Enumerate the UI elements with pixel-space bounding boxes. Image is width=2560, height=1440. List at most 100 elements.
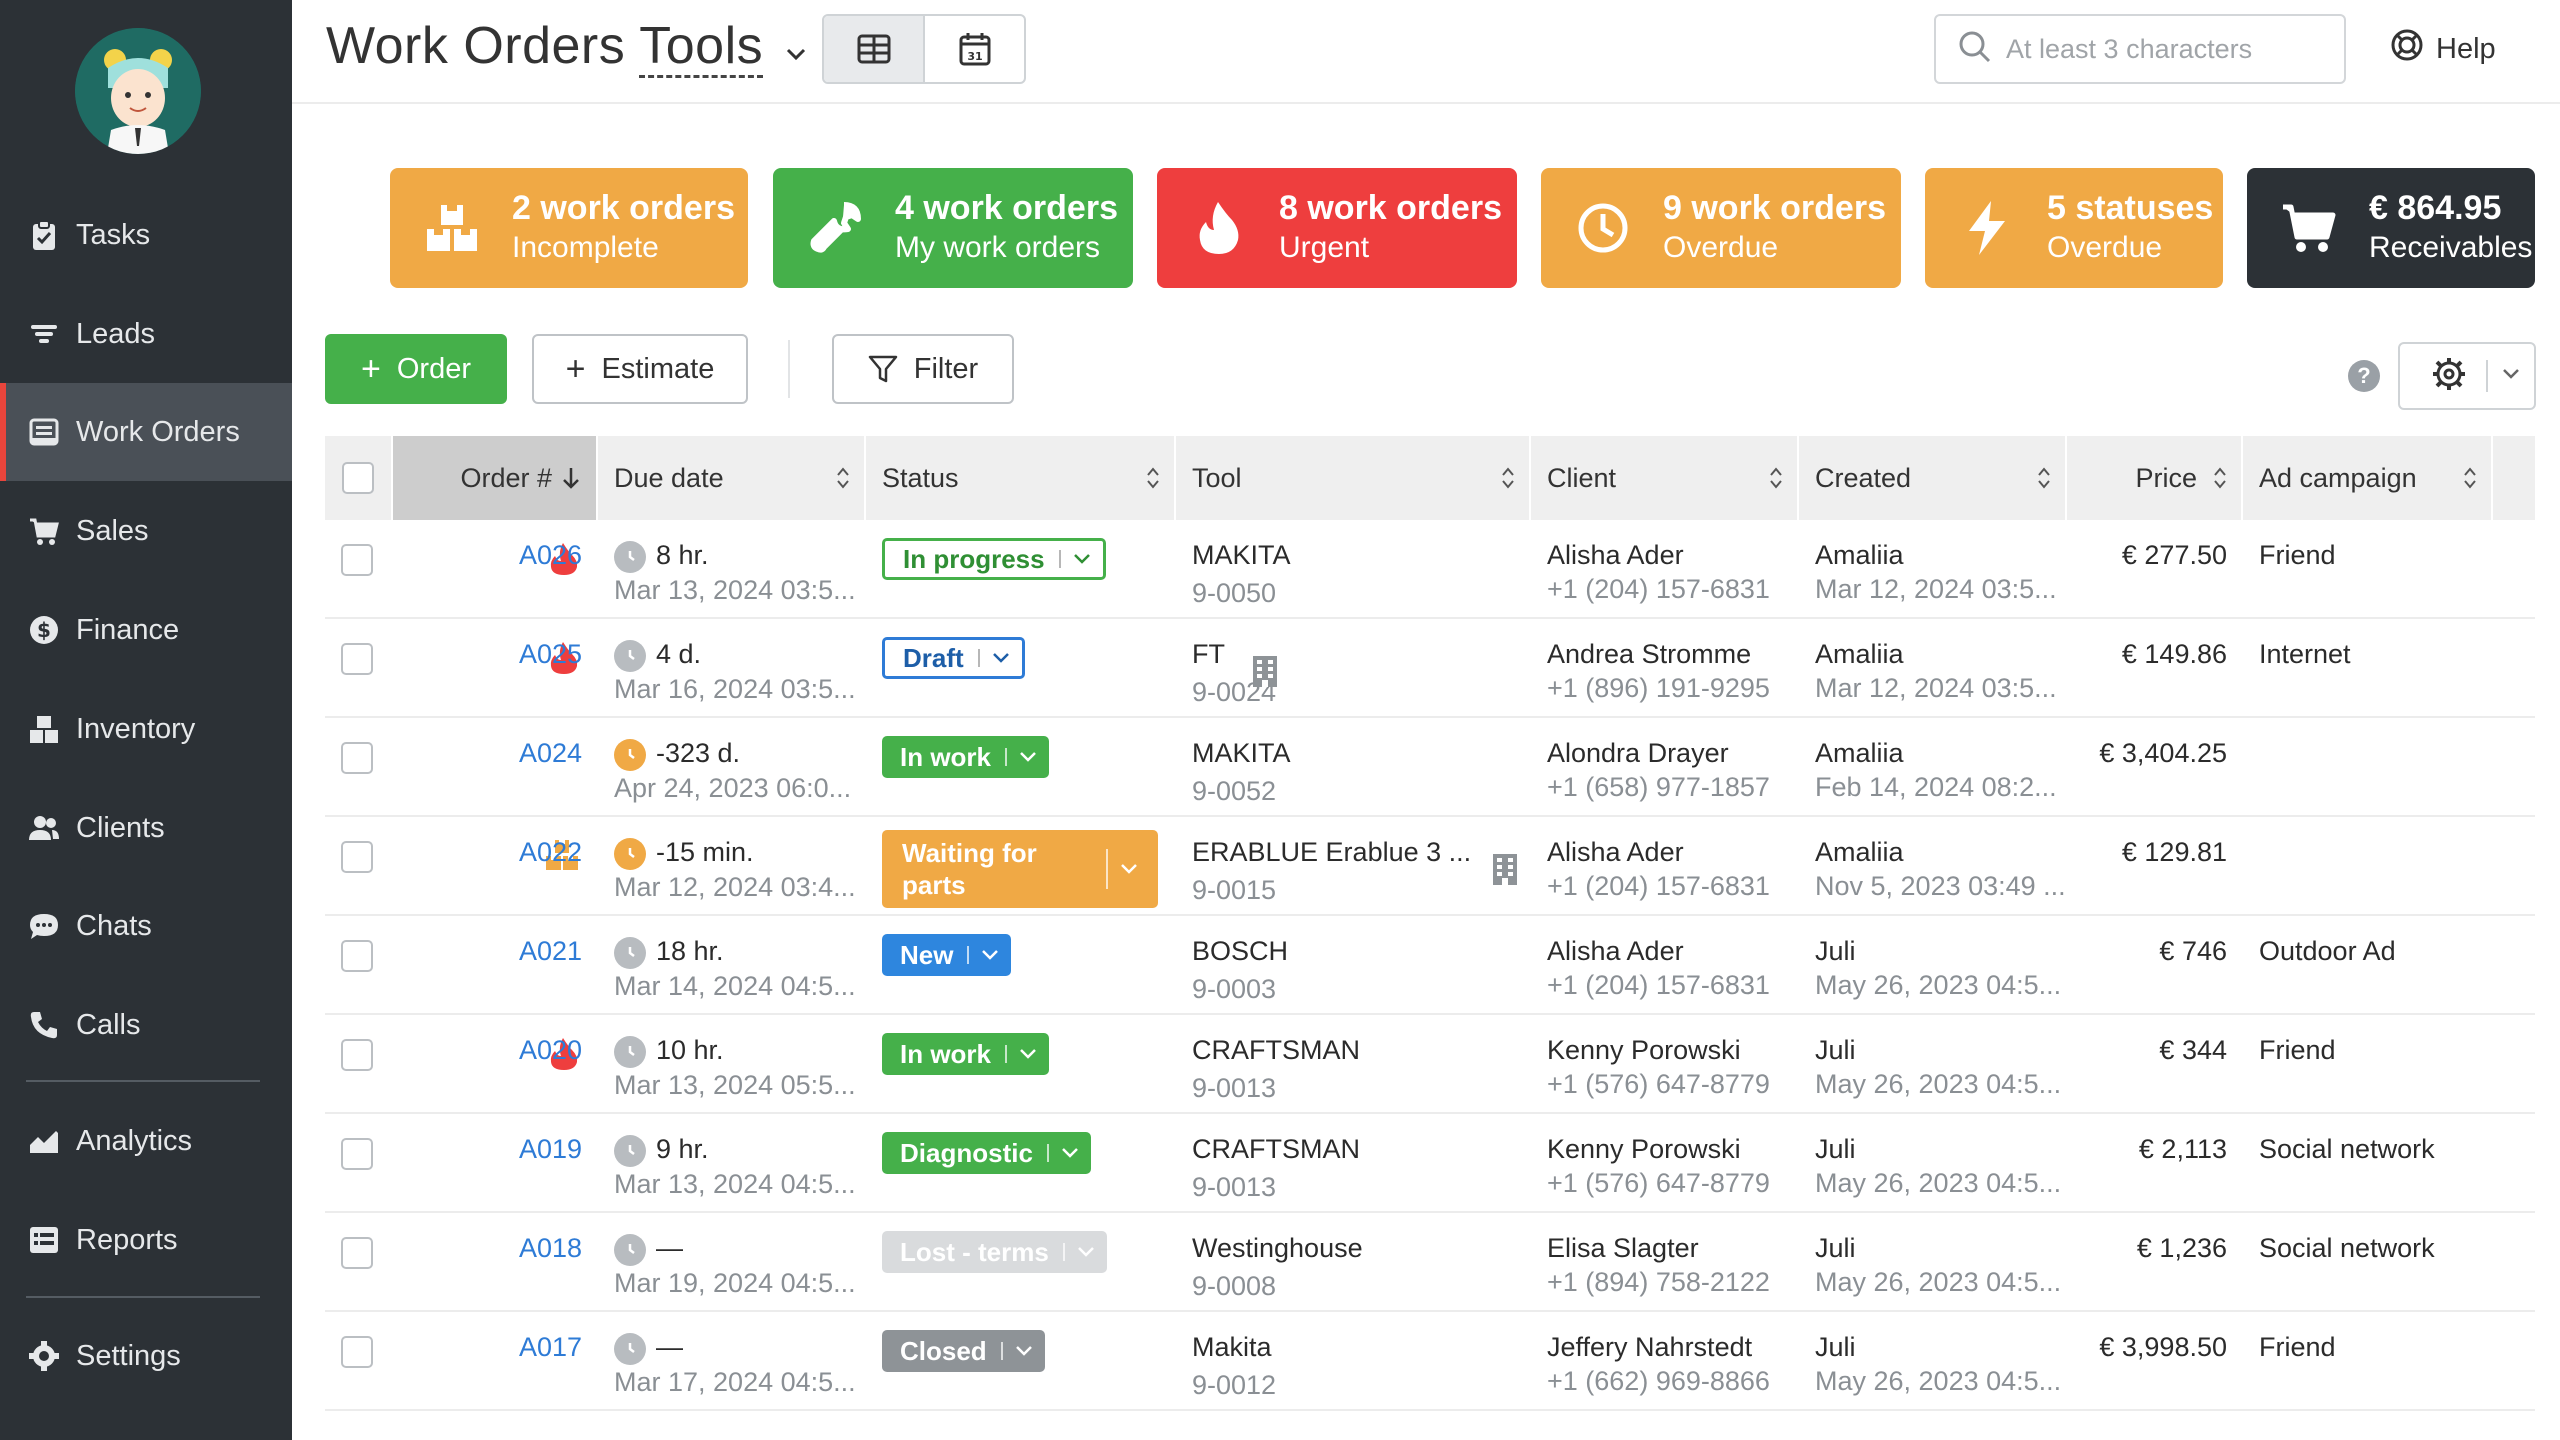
client-name[interactable]: Alisha Ader [1547, 538, 1797, 572]
order-number-link[interactable]: A022 [519, 835, 582, 869]
sidebar-item-clients[interactable]: Clients [0, 779, 292, 877]
order-number-link[interactable]: A024 [519, 736, 582, 770]
table-settings-button[interactable] [2398, 342, 2536, 410]
table-row[interactable]: A017 — Mar 17, 2024 04:5... Closed Makita 9-0… [325, 1312, 2535, 1411]
order-number-link[interactable]: A021 [519, 934, 582, 968]
client-name[interactable]: Jeffery Nahrstedt [1547, 1330, 1797, 1364]
row-checkbox[interactable] [341, 940, 373, 972]
card-overdue-statuses[interactable]: 5 statuses Overdue [1925, 168, 2223, 288]
column-header-ad-campaign[interactable]: Ad campaign [2243, 436, 2493, 520]
sidebar-item-work-orders[interactable]: Work Orders [0, 383, 292, 481]
row-checkbox[interactable] [341, 1336, 373, 1368]
status-dropdown[interactable]: In progress [882, 538, 1106, 580]
client-name[interactable]: Alondra Drayer [1547, 736, 1797, 770]
row-select-cell [341, 643, 373, 683]
row-checkbox[interactable] [341, 742, 373, 774]
sidebar-item-inventory[interactable]: Inventory [0, 680, 292, 778]
status-dropdown[interactable]: Lost - terms [882, 1231, 1107, 1273]
help-link[interactable]: Help [2390, 28, 2496, 70]
sidebar-item-reports[interactable]: Reports [0, 1191, 292, 1289]
card-receivables[interactable]: € 864.95 Receivables [2247, 168, 2535, 288]
filter-button[interactable]: Filter [832, 334, 1014, 404]
column-header-tool[interactable]: Tool [1176, 436, 1531, 520]
column-header-client[interactable]: Client [1531, 436, 1799, 520]
calendar-view-button[interactable]: 31 [925, 16, 1024, 82]
row-checkbox[interactable] [341, 1138, 373, 1170]
clock-icon [614, 1233, 646, 1266]
row-checkbox[interactable] [341, 1237, 373, 1269]
order-cell: A020 [393, 1015, 598, 1113]
page-title-tools-dropdown[interactable]: Tools [639, 17, 764, 78]
status-dropdown[interactable]: In work [882, 736, 1050, 778]
status-dropdown[interactable]: Closed [882, 1330, 1045, 1372]
client-name[interactable]: Kenny Porowski [1547, 1132, 1797, 1166]
search-input[interactable] [2006, 33, 2326, 65]
table-view-button[interactable] [824, 16, 925, 82]
status-dropdown[interactable]: Diagnostic [882, 1132, 1091, 1174]
sidebar-item-tasks[interactable]: Tasks [0, 186, 292, 284]
table-row[interactable]: A019 9 hr. Mar 13, 2024 04:5... Diagnostic C… [325, 1114, 2535, 1213]
created-cell: Amaliia Mar 12, 2024 03:5... [1815, 637, 2065, 705]
avatar[interactable] [75, 28, 201, 154]
row-checkbox[interactable] [341, 841, 373, 873]
add-order-button[interactable]: + Order [325, 334, 507, 404]
table-row[interactable]: A020 10 hr. Mar 13, 2024 05:5... In work CRA… [325, 1015, 2535, 1114]
client-name[interactable]: Kenny Porowski [1547, 1033, 1797, 1067]
row-checkbox[interactable] [341, 1039, 373, 1071]
status-dropdown[interactable]: New [882, 934, 1012, 976]
created-cell: Juli May 26, 2023 04:5... [1815, 1033, 2065, 1101]
table-row[interactable]: A022 -15 min. Mar 12, 2024 03:4... Waiting … [325, 817, 2535, 916]
search-icon [1958, 30, 1992, 69]
row-select-cell [341, 841, 373, 881]
divider [1000, 1342, 1003, 1360]
tool-serial: 9-0052 [1192, 776, 1277, 806]
chevron-down-icon[interactable] [776, 34, 816, 74]
sidebar-item-finance[interactable]: $ Finance [0, 581, 292, 679]
sidebar-item-sales[interactable]: Sales [0, 482, 292, 580]
card-my-work-orders[interactable]: 4 work orders My work orders [773, 168, 1133, 288]
help-question-icon[interactable]: ? [2348, 360, 2380, 392]
order-number-link[interactable]: A020 [519, 1033, 582, 1067]
row-checkbox[interactable] [341, 643, 373, 675]
status-cell: In work [882, 1033, 1050, 1075]
order-number-link[interactable]: A017 [519, 1330, 582, 1364]
column-header-due-date[interactable]: Due date [598, 436, 866, 520]
client-name[interactable]: Andrea Stromme [1547, 637, 1797, 671]
order-number-link[interactable]: A019 [519, 1132, 582, 1166]
sidebar-item-calls[interactable]: Calls [0, 976, 292, 1074]
sidebar-item-settings[interactable]: Settings [0, 1307, 292, 1405]
column-header-created[interactable]: Created [1799, 436, 2067, 520]
column-header-order[interactable]: Order # [393, 436, 598, 520]
status-dropdown[interactable]: Draft [882, 637, 1025, 679]
column-header-status[interactable]: Status [866, 436, 1176, 520]
order-number-link[interactable]: A026 [519, 538, 582, 572]
sidebar-item-chats[interactable]: Chats [0, 877, 292, 975]
status-dropdown[interactable]: Waiting for parts [882, 830, 1158, 908]
card-urgent[interactable]: 8 work orders Urgent [1157, 168, 1517, 288]
table-row[interactable]: A021 18 hr. Mar 14, 2024 04:5... New BOSCH 9-… [325, 916, 2535, 1015]
order-number-link[interactable]: A025 [519, 637, 582, 671]
add-estimate-button[interactable]: + Estimate [532, 334, 748, 404]
tool-cell: ERABLUE Erablue 3 ... 9-0015 [1192, 835, 1517, 915]
column-header-price[interactable]: Price [2067, 436, 2243, 520]
client-phone: +1 (576) 647-8779 [1547, 1168, 1770, 1198]
client-name[interactable]: Elisa Slagter [1547, 1231, 1797, 1265]
ad-campaign-cell: Social network [2259, 1134, 2435, 1164]
row-select-cell [341, 1336, 373, 1376]
sidebar-item-leads[interactable]: Leads [0, 285, 292, 383]
due-date-cell: — Mar 17, 2024 04:5... [614, 1330, 856, 1399]
row-checkbox[interactable] [341, 544, 373, 576]
client-name[interactable]: Alisha Ader [1547, 835, 1797, 869]
table-row[interactable]: A026 8 hr. Mar 13, 2024 03:5... In progress… [325, 520, 2535, 619]
order-number-link[interactable]: A018 [519, 1231, 582, 1265]
due-date-value: Mar 17, 2024 04:5... [614, 1366, 856, 1397]
table-row[interactable]: A025 4 d. Mar 16, 2024 03:5... Draft FT 9-002… [325, 619, 2535, 718]
sidebar-item-analytics[interactable]: Analytics [0, 1092, 292, 1190]
client-name[interactable]: Alisha Ader [1547, 934, 1797, 968]
table-row[interactable]: A018 — Mar 19, 2024 04:5... Lost - terms Wes… [325, 1213, 2535, 1312]
table-row[interactable]: A024 -323 d. Apr 24, 2023 06:0... In work MA… [325, 718, 2535, 817]
card-overdue-orders[interactable]: 9 work orders Overdue [1541, 168, 1901, 288]
select-all-checkbox[interactable] [342, 462, 374, 494]
status-dropdown[interactable]: In work [882, 1033, 1050, 1075]
card-incomplete[interactable]: 2 work orders Incomplete [390, 168, 748, 288]
